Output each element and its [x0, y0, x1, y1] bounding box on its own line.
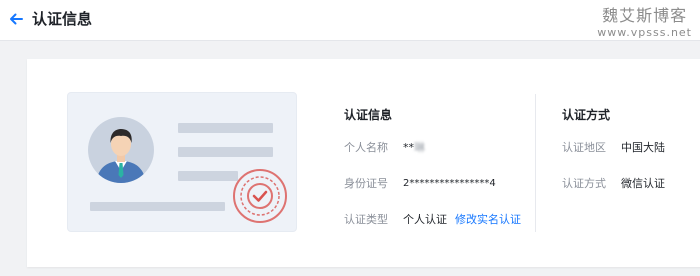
- name-label: 个人名称: [344, 141, 388, 154]
- id-number-label: 身份证号: [344, 177, 388, 190]
- top-bar: 认证信息 魏艾斯博客 www.vpsss.net: [0, 0, 700, 41]
- watermark: 魏艾斯博客 www.vpsss.net: [597, 6, 692, 40]
- certification-card: 认证信息 个人名称 **琳 身份证号 2****************4 认证…: [27, 59, 700, 267]
- method-label: 认证方式: [562, 177, 606, 190]
- info-placeholder-bar: [178, 147, 273, 157]
- auth-type-value: 个人认证: [403, 213, 447, 226]
- info-placeholder-bar: [178, 123, 273, 133]
- name-blurred-part: 琳: [414, 141, 425, 154]
- name-masked-part: **: [403, 141, 414, 154]
- auth-type-label: 认证类型: [344, 213, 388, 226]
- auth-method-title: 认证方式: [562, 108, 611, 122]
- page-title: 认证信息: [32, 10, 93, 28]
- person-avatar-icon: [88, 117, 154, 183]
- info-placeholder-bar: [178, 171, 238, 181]
- region-label: 认证地区: [562, 141, 606, 154]
- method-value: 微信认证: [621, 177, 665, 190]
- watermark-url: www.vpsss.net: [597, 26, 692, 39]
- id-card-illustration: [67, 92, 297, 232]
- id-number-value: 2****************4: [403, 178, 496, 189]
- column-divider: [535, 94, 536, 232]
- verified-seal-icon: [233, 169, 287, 223]
- info-placeholder-bar: [90, 202, 225, 211]
- region-value: 中国大陆: [621, 141, 665, 154]
- modify-verification-link[interactable]: 修改实名认证: [455, 212, 521, 228]
- auth-info-title: 认证信息: [344, 108, 393, 122]
- arrow-left-icon[interactable]: [8, 11, 24, 27]
- watermark-text: 魏艾斯博客: [602, 6, 688, 25]
- name-value: **琳: [403, 140, 425, 156]
